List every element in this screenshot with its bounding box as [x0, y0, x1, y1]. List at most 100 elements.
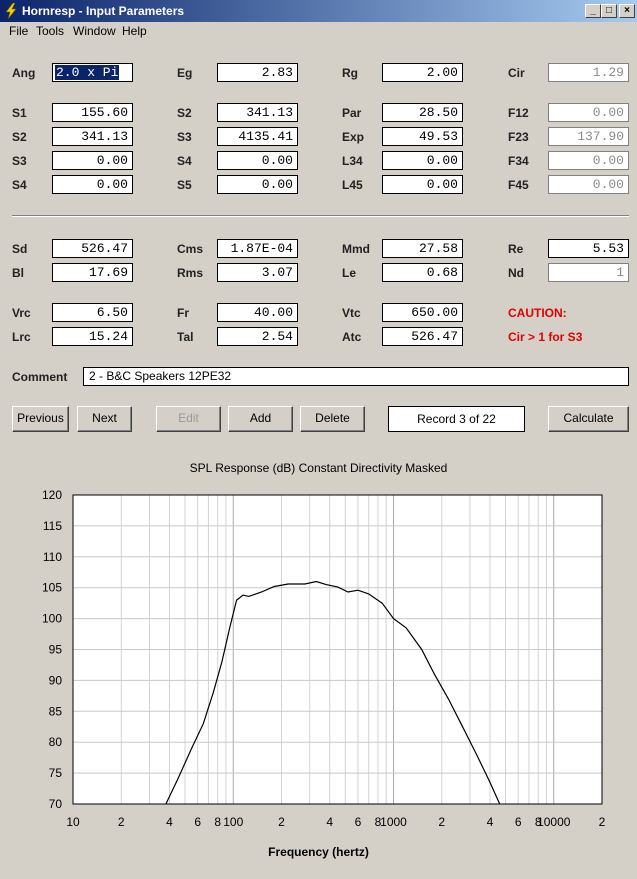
label-f12: F12 [508, 106, 529, 120]
label-s2: S2 [12, 130, 27, 144]
label-s3: S3 [12, 154, 27, 168]
label-le: Le [342, 266, 357, 280]
l34-field[interactable]: 0.00 [382, 151, 463, 170]
label-bl: Bl [12, 266, 24, 280]
label-cir: Cir [508, 66, 525, 80]
x-tick-label: 6 [194, 815, 201, 829]
previous-button[interactable]: Previous [12, 406, 69, 432]
ang-value: 2.0 x Pi [55, 65, 120, 80]
calculate-button[interactable]: Calculate [548, 406, 629, 432]
rg-field[interactable]: 2.00 [382, 63, 463, 82]
ang-field[interactable]: 2.0 x Pi [52, 63, 133, 82]
menu-window[interactable]: Window [73, 24, 116, 38]
s1-field[interactable]: 155.60 [52, 103, 133, 122]
rms-field[interactable]: 3.07 [217, 263, 298, 282]
tal-field[interactable]: 2.54 [217, 327, 298, 346]
menu-file[interactable]: File [9, 24, 28, 38]
caution-title: CAUTION: [508, 306, 567, 320]
l45-field[interactable]: 0.00 [382, 175, 463, 194]
label-comment: Comment [12, 370, 68, 384]
label-f34: F34 [508, 154, 529, 168]
y-tick-label: 75 [49, 766, 63, 780]
nd-field[interactable]: 1 [548, 263, 629, 282]
minimize-button[interactable]: _ [585, 4, 601, 18]
vtc-field[interactable]: 650.00 [382, 303, 463, 322]
lrc-field[interactable]: 15.24 [52, 327, 133, 346]
label-ang: Ang [12, 66, 36, 80]
x-tick-label: 100 [223, 815, 243, 829]
x-tick-label: 2 [438, 815, 445, 829]
chart-xlabel: Frequency (hertz) [268, 845, 369, 859]
caution-message: Cir > 1 for S3 [508, 330, 583, 344]
label-cms: Cms [177, 242, 204, 256]
x-tick-label: 8 [214, 815, 221, 829]
label-s5: S5 [177, 178, 192, 192]
s2-field[interactable]: 341.13 [217, 103, 298, 122]
separator-highlight [12, 216, 629, 217]
label-s4: S4 [12, 178, 27, 192]
label-vtc: Vtc [342, 306, 361, 320]
y-tick-label: 95 [49, 643, 63, 657]
label-mmd: Mmd [342, 242, 370, 256]
comment-field[interactable]: 2 - B&C Speakers 12PE32 [83, 367, 629, 386]
menu-tools[interactable]: Tools [36, 24, 64, 38]
record-indicator: Record 3 of 22 [388, 406, 525, 432]
s3-field[interactable]: 0.00 [52, 151, 133, 170]
s4-field[interactable]: 0.00 [52, 175, 133, 194]
f34-field: 0.00 [548, 151, 629, 170]
s5-field[interactable]: 0.00 [217, 175, 298, 194]
exp-field[interactable]: 49.53 [382, 127, 463, 146]
eg-field[interactable]: 2.83 [217, 63, 298, 82]
x-tick-label: 6 [515, 815, 522, 829]
lightning-icon [5, 3, 17, 19]
atc-field[interactable]: 526.47 [382, 327, 463, 346]
x-tick-label: 1000 [380, 815, 407, 829]
y-tick-label: 80 [49, 735, 63, 749]
re-field[interactable]: 5.53 [548, 239, 629, 258]
mmd-field[interactable]: 27.58 [382, 239, 463, 258]
fr-field[interactable]: 40.00 [217, 303, 298, 322]
label-nd: Nd [508, 266, 524, 280]
next-button[interactable]: Next [77, 406, 132, 432]
spl-response-chart: 70758085909510010511011512010 2 4 6 8 100 2 4 6 8… [42, 488, 606, 829]
x-tick-label: 4 [326, 815, 333, 829]
title-bar: Hornresp - Input Parameters _ □ × [0, 0, 637, 22]
x-tick-label: 10000 [537, 815, 571, 829]
cms-field[interactable]: 1.87E-04 [217, 239, 298, 258]
par-field[interactable]: 28.50 [382, 103, 463, 122]
label-lrc: Lrc [12, 330, 31, 344]
label-atc: Atc [342, 330, 362, 344]
label-l34: L34 [342, 154, 363, 168]
s3-field[interactable]: 4135.41 [217, 127, 298, 146]
y-tick-label: 105 [42, 581, 62, 595]
label-rms: Rms [177, 266, 204, 280]
s4-field[interactable]: 0.00 [217, 151, 298, 170]
edit-button[interactable]: Edit [156, 406, 221, 432]
delete-button[interactable]: Delete [300, 406, 365, 432]
label-s2: S2 [177, 106, 192, 120]
label-rg: Rg [342, 66, 358, 80]
f12-field: 0.00 [548, 103, 629, 122]
x-tick-label: 4 [166, 815, 173, 829]
menu-bar: File Tools Window Help [0, 22, 637, 41]
add-button[interactable]: Add [228, 406, 293, 432]
close-button[interactable]: × [619, 4, 635, 18]
y-tick-label: 100 [42, 612, 62, 626]
s2-field[interactable]: 341.13 [52, 127, 133, 146]
y-tick-label: 85 [49, 704, 63, 718]
f23-field: 137.90 [548, 127, 629, 146]
bl-field[interactable]: 17.69 [52, 263, 133, 282]
menu-help[interactable]: Help [122, 24, 147, 38]
sd-field[interactable]: 526.47 [52, 239, 133, 258]
label-fr: Fr [177, 306, 189, 320]
label-tal: Tal [177, 330, 194, 344]
y-tick-label: 115 [43, 519, 62, 533]
chart-title: SPL Response (dB) Constant Directivity M… [189, 461, 448, 475]
le-field[interactable]: 0.68 [382, 263, 463, 282]
vrc-field[interactable]: 6.50 [52, 303, 133, 322]
maximize-button[interactable]: □ [601, 4, 617, 18]
label-f23: F23 [508, 130, 529, 144]
window-title: Hornresp - Input Parameters [22, 4, 185, 18]
f45-field: 0.00 [548, 175, 629, 194]
x-tick-label: 2 [278, 815, 285, 829]
